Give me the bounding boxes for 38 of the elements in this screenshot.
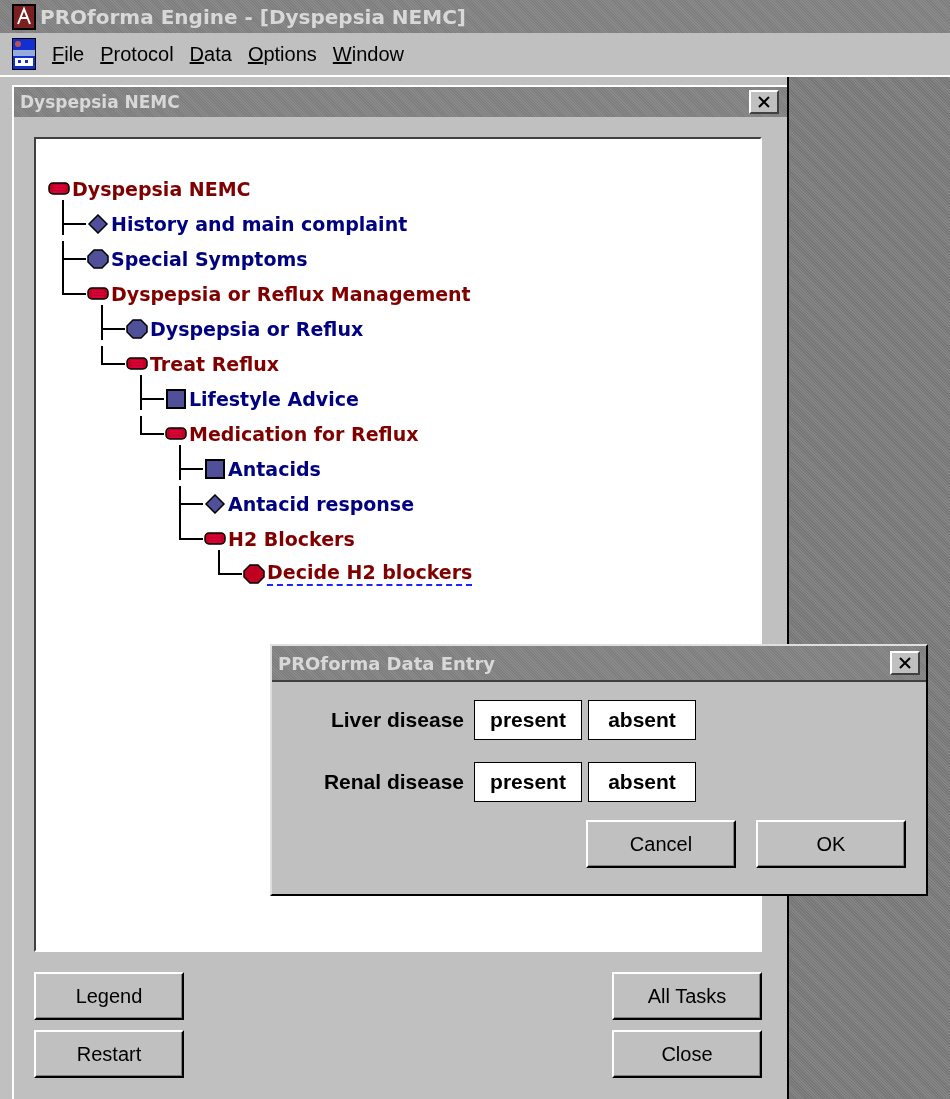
option-button[interactable]: present [474, 762, 582, 802]
tree-item[interactable]: Lifestyle Advice [189, 387, 359, 410]
tree-item[interactable]: Antacid response [228, 492, 415, 515]
option-button[interactable]: absent [588, 700, 696, 740]
push-button[interactable]: Legend [34, 972, 184, 1020]
push-button[interactable]: OK [756, 820, 906, 868]
push-button[interactable]: All Tasks [612, 972, 762, 1020]
tree-item[interactable]: Dyspepsia NEMC [72, 177, 251, 200]
tree-item[interactable]: Medication for Reflux [189, 422, 419, 445]
close-icon [898, 657, 912, 669]
document-icon [12, 38, 36, 70]
window-title: Dyspepsia NEMC [20, 92, 180, 112]
close-button[interactable] [890, 651, 920, 675]
option-button[interactable]: present [474, 700, 582, 740]
tree-item[interactable]: Dyspepsia or Reflux [150, 317, 364, 340]
window-title: PROforma Engine - [Dyspepsia NEMC] [40, 4, 466, 29]
field-label: Renal disease [322, 770, 464, 794]
push-button[interactable]: Restart [34, 1030, 184, 1078]
tree-item[interactable]: H2 Blockers [228, 527, 355, 550]
menu-item[interactable]: Window [332, 42, 404, 66]
close-icon [757, 96, 771, 108]
menu-item[interactable]: File [52, 42, 85, 66]
menu-item[interactable]: Data [189, 42, 232, 66]
menu-item[interactable]: Options [247, 42, 317, 66]
tree-item[interactable]: Antacids [228, 457, 321, 480]
close-button[interactable] [749, 90, 779, 114]
push-button[interactable]: Close [612, 1030, 762, 1078]
tree-item[interactable]: Treat Reflux [150, 352, 280, 375]
tree-item[interactable]: Special Symptoms [111, 247, 308, 270]
tree-item[interactable]: History and main complaint [111, 212, 408, 235]
app-icon [12, 3, 36, 30]
menu-item[interactable]: Protocol [100, 42, 174, 66]
field-label: Liver disease [329, 708, 464, 732]
tree-item[interactable]: Decide H2 blockers [267, 561, 473, 586]
push-button[interactable]: Cancel [586, 820, 736, 868]
option-button[interactable]: absent [588, 762, 696, 802]
tree-item[interactable]: Dyspepsia or Reflux Management [111, 282, 471, 305]
dialog-title: PROforma Data Entry [278, 652, 496, 674]
